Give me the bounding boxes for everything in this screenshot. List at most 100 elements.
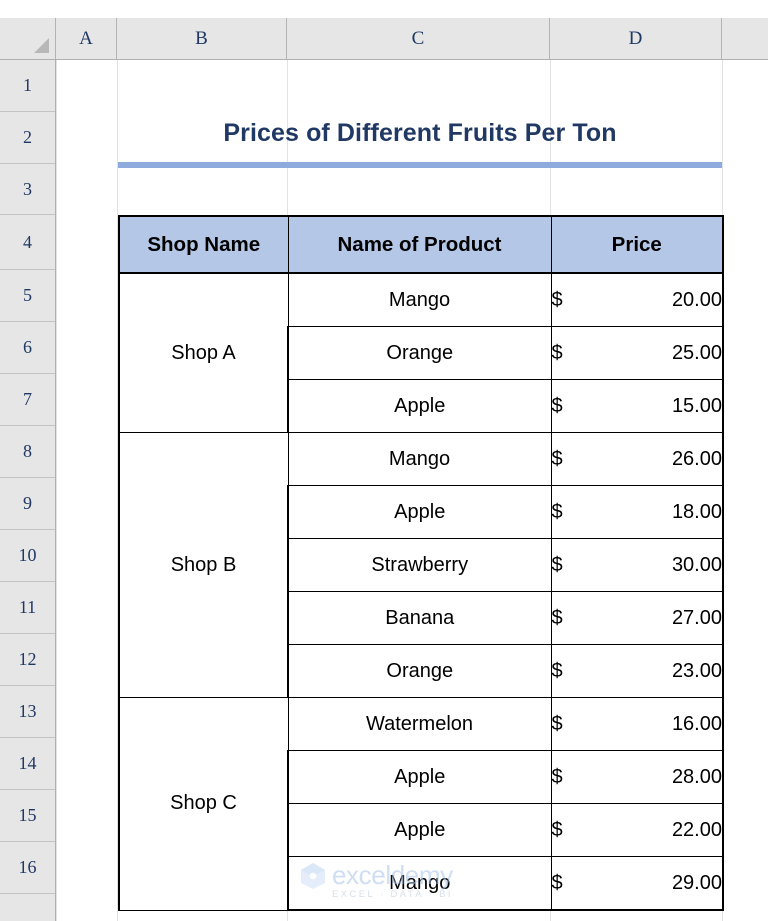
row-header-label: 6 (23, 337, 32, 357)
price-value: 28.00 (671, 765, 722, 788)
product-name-cell[interactable]: Mango (287, 272, 552, 327)
price-value: 16.00 (671, 712, 722, 735)
row-header-1[interactable]: 1 (0, 60, 55, 112)
price-value: 29.00 (671, 871, 722, 894)
row-header-strip: 1 2 3 4 5 6 7 8 9 10 11 12 13 14 15 16 (0, 60, 56, 921)
product-name-cell[interactable]: Strawberry (287, 538, 552, 592)
row-header-label: 10 (18, 545, 37, 565)
currency-symbol: $ (551, 341, 563, 364)
price-cell[interactable]: $20.00 (550, 272, 724, 327)
shop-name-cell[interactable]: Shop A (118, 272, 289, 433)
row-header-10[interactable]: 10 (0, 530, 55, 582)
column-header-label: B (195, 27, 208, 49)
currency-symbol: $ (551, 871, 563, 894)
column-header-label: A (79, 27, 93, 49)
row-header-label: 12 (18, 649, 37, 669)
price-cell[interactable]: $16.00 (550, 697, 724, 751)
column-header-a[interactable]: A (56, 18, 117, 59)
price-value: 22.00 (671, 818, 722, 841)
price-value: 15.00 (671, 394, 722, 417)
currency-symbol: $ (551, 765, 563, 788)
row-header-label: 9 (23, 493, 32, 513)
product-name-cell[interactable]: Watermelon (287, 697, 552, 751)
table-header-row: Shop Name Name of Product Price (118, 215, 724, 274)
price-cell[interactable]: $29.00 (550, 856, 724, 911)
price-cell[interactable]: $26.00 (550, 432, 724, 486)
column-header-shop-name[interactable]: Shop Name (118, 215, 289, 274)
row-header-2[interactable]: 2 (0, 112, 55, 164)
product-name-cell[interactable]: Orange (287, 644, 552, 698)
price-cell[interactable]: $18.00 (550, 485, 724, 539)
table-row: Shop A Mango $20.00 (118, 272, 724, 433)
row-header-15[interactable]: 15 (0, 790, 55, 842)
currency-symbol: $ (551, 288, 563, 311)
page-title: Prices of Different Fruits Per Ton (223, 119, 617, 147)
price-cell[interactable]: $25.00 (550, 326, 724, 380)
currency-symbol: $ (551, 712, 563, 735)
currency-symbol: $ (551, 500, 563, 523)
product-name-cell[interactable]: Mango (287, 856, 552, 911)
table-row: Shop B Mango $26.00 (118, 432, 724, 698)
column-header-e[interactable] (722, 18, 768, 59)
currency-symbol: $ (551, 659, 563, 682)
column-header-d[interactable]: D (550, 18, 722, 59)
price-value: 18.00 (671, 500, 722, 523)
row-header-label: 8 (23, 441, 32, 461)
currency-symbol: $ (551, 553, 563, 576)
column-header-label: D (628, 27, 643, 49)
currency-symbol: $ (551, 394, 563, 417)
price-cell[interactable]: $27.00 (550, 591, 724, 645)
row-header-4[interactable]: 4 (0, 215, 55, 270)
row-header-9[interactable]: 9 (0, 478, 55, 530)
row-header-6[interactable]: 6 (0, 322, 55, 374)
row-header-label: 14 (18, 753, 37, 773)
row-header-16[interactable]: 16 (0, 842, 55, 894)
column-header-band: A B C D (0, 18, 768, 60)
column-header-name-of-product[interactable]: Name of Product (287, 215, 552, 274)
shop-name-cell[interactable]: Shop C (118, 697, 289, 911)
row-header-5[interactable]: 5 (0, 270, 55, 322)
column-header-c[interactable]: C (287, 18, 550, 59)
shop-name-cell[interactable]: Shop B (118, 432, 289, 698)
row-header-12[interactable]: 12 (0, 634, 55, 686)
row-header-label: 11 (18, 597, 37, 617)
product-name-cell[interactable]: Apple (287, 750, 552, 804)
price-cell[interactable]: $28.00 (550, 750, 724, 804)
row-header-17[interactable] (0, 894, 55, 919)
currency-symbol: $ (551, 818, 563, 841)
price-cell[interactable]: $23.00 (550, 644, 724, 698)
price-cell[interactable]: $15.00 (550, 379, 724, 433)
select-all-triangle-icon (34, 38, 49, 53)
row-header-7[interactable]: 7 (0, 374, 55, 426)
price-value: 20.00 (671, 288, 722, 311)
spreadsheet-canvas: A B C D 1 2 3 4 5 6 7 8 9 10 11 12 13 14… (0, 0, 768, 921)
price-value: 25.00 (671, 341, 722, 364)
product-name-cell[interactable]: Apple (287, 803, 552, 857)
product-name-cell[interactable]: Orange (287, 326, 552, 380)
table-row: Shop C Watermelon $16.00 (118, 697, 724, 911)
price-cell[interactable]: $22.00 (550, 803, 724, 857)
column-header-b[interactable]: B (117, 18, 287, 59)
row-header-11[interactable]: 11 (0, 582, 55, 634)
product-name-cell[interactable]: Apple (287, 379, 552, 433)
row-header-label: 7 (23, 389, 32, 409)
currency-symbol: $ (551, 606, 563, 629)
row-header-label: 4 (23, 231, 32, 252)
price-value: 26.00 (671, 447, 722, 470)
select-all-corner-button[interactable] (0, 18, 56, 59)
product-name-cell[interactable]: Banana (287, 591, 552, 645)
row-header-13[interactable]: 13 (0, 686, 55, 738)
product-name-cell[interactable]: Apple (287, 485, 552, 539)
row-header-label: 1 (23, 75, 32, 95)
row-header-3[interactable]: 3 (0, 164, 55, 215)
column-header-label: C (411, 27, 425, 49)
row-header-14[interactable]: 14 (0, 738, 55, 790)
price-cell[interactable]: $30.00 (550, 538, 724, 592)
product-name-cell[interactable]: Mango (287, 432, 552, 486)
column-header-price[interactable]: Price (550, 215, 724, 274)
row-header-label: 3 (23, 178, 32, 199)
grid-line-vertical (56, 60, 57, 921)
title-underline-rule (118, 162, 722, 168)
row-header-8[interactable]: 8 (0, 426, 55, 478)
price-table: Shop Name Name of Product Price Shop A Ma… (118, 215, 724, 911)
